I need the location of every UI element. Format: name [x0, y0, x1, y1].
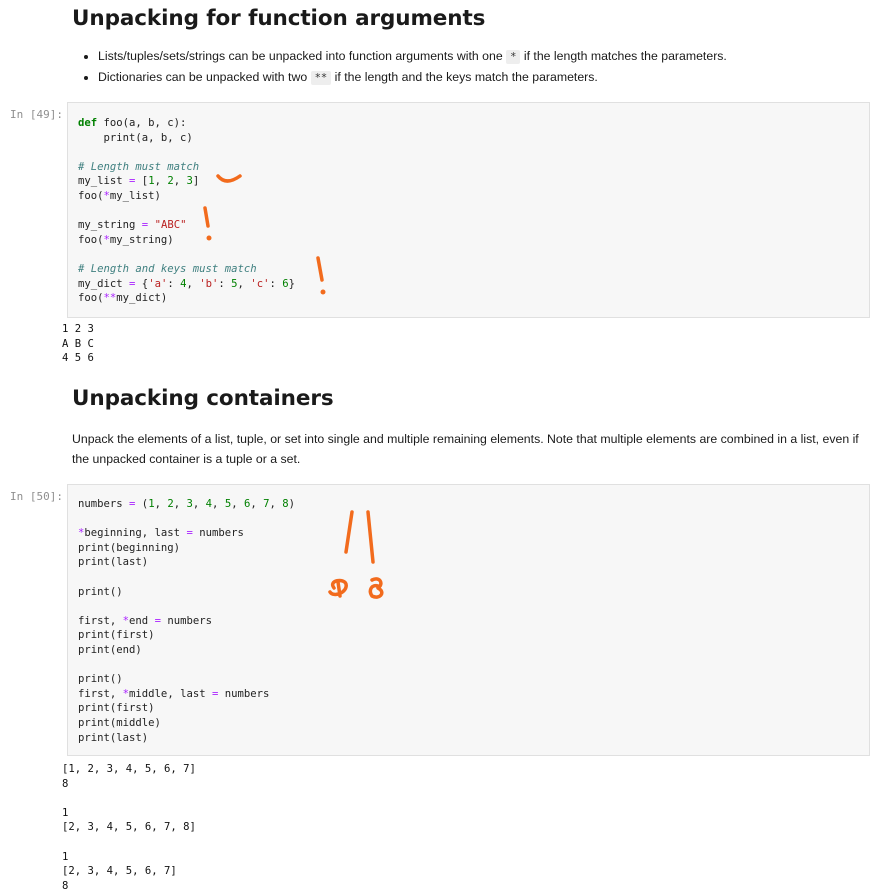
code-editor[interactable]: def foo(a, b, c): print(a, b, c) # Lengt…	[68, 116, 869, 306]
output-line: 8	[62, 879, 69, 892]
bullet-item: Lists/tuples/sets/strings can be unpacke…	[98, 46, 862, 67]
section-paragraph: Unpack the elements of a list, tuple, or…	[72, 432, 859, 466]
code-line: print(first)	[78, 629, 155, 642]
markdown-cell-1[interactable]: Unpacking for function arguments Lists/t…	[72, 6, 862, 88]
inline-code-double-star: **	[310, 71, 332, 85]
cell-output-49: 1 2 3 A B C 4 5 6	[62, 322, 94, 366]
code-editor[interactable]: numbers = (1, 2, 3, 4, 5, 6, 7, 8) *begi…	[68, 497, 869, 745]
code-line: *beginning, last = numbers	[78, 527, 244, 540]
output-line: [2, 3, 4, 5, 6, 7]	[62, 865, 177, 878]
code-line: print(last)	[78, 556, 149, 569]
code-line: print(a, b, c)	[103, 131, 193, 144]
output-line: [1, 2, 3, 4, 5, 6, 7]	[62, 763, 196, 775]
markdown-cell-2[interactable]: Unpacking containers Unpack the elements…	[72, 386, 862, 469]
code-line: my_dict = {'a': 4, 'b': 5, 'c': 6}	[78, 277, 295, 290]
code-comment: # Length and keys must match	[78, 262, 257, 275]
cell-prompt-50: In [50]:	[10, 490, 63, 503]
output-line: A B C	[62, 337, 94, 350]
output-line: 4 5 6	[62, 352, 94, 365]
code-line: foo(**my_dict)	[78, 292, 168, 305]
code-line: first, *end = numbers	[78, 614, 212, 627]
bullet-item: Dictionaries can be unpacked with two **…	[98, 67, 862, 88]
code-line: print(middle)	[78, 716, 161, 729]
code-line: foo(*my_list)	[78, 189, 161, 202]
code-line: print(beginning)	[78, 541, 181, 554]
code-line: numbers = (1, 2, 3, 4, 5, 6, 7, 8)	[78, 498, 296, 510]
code-line: print(first)	[78, 702, 155, 715]
output-line: 1 2 3	[62, 323, 94, 335]
output-line: [2, 3, 4, 5, 6, 7, 8]	[62, 821, 196, 834]
bullet-list: Lists/tuples/sets/strings can be unpacke…	[72, 46, 862, 88]
section-heading-unpacking-containers: Unpacking containers	[72, 386, 334, 411]
bullet-text: Lists/tuples/sets/strings can be unpacke…	[98, 49, 503, 63]
code-line: print()	[78, 673, 123, 686]
code-line: print()	[78, 585, 123, 598]
output-line: 1	[62, 806, 69, 819]
code-line: my_list = [1, 2, 3]	[78, 175, 200, 188]
section-heading-unpacking-function-arguments: Unpacking for function arguments	[72, 6, 486, 31]
bullet-text: if the length matches the parameters.	[523, 49, 727, 63]
inline-code-star: *	[506, 50, 521, 64]
code-cell-49[interactable]: def foo(a, b, c): print(a, b, c) # Lengt…	[67, 102, 870, 318]
code-line: foo(*my_string)	[78, 233, 174, 246]
code-comment: # Length must match	[78, 160, 200, 173]
output-line: 8	[62, 777, 69, 790]
code-cell-50[interactable]: numbers = (1, 2, 3, 4, 5, 6, 7, 8) *begi…	[67, 484, 870, 756]
bullet-text: if the length and the keys match the par…	[334, 70, 598, 84]
output-line: 1	[62, 850, 69, 863]
code-line: first, *middle, last = numbers	[78, 687, 270, 700]
code-line: my_string = "ABC"	[78, 219, 187, 232]
code-line: def foo(a, b, c):	[78, 117, 187, 129]
code-line: print(end)	[78, 643, 142, 656]
bullet-text: Dictionaries can be unpacked with two	[98, 70, 308, 84]
cell-output-50: [1, 2, 3, 4, 5, 6, 7] 8 1 [2, 3, 4, 5, 6…	[62, 762, 196, 893]
cell-prompt-49: In [49]:	[10, 108, 63, 121]
code-line: print(last)	[78, 731, 149, 744]
